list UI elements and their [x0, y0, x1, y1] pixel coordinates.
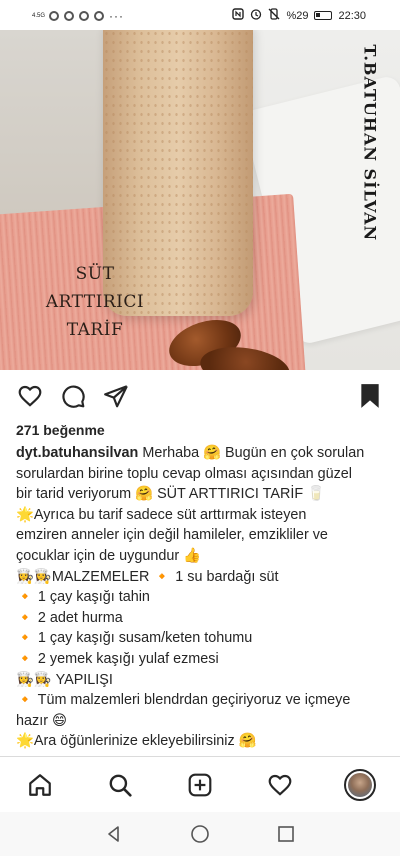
chrome-notification-icon	[49, 11, 59, 21]
caption-line: 👩‍🍳👩‍🍳 YAPILIŞI	[16, 671, 113, 688]
profile-avatar[interactable]	[344, 769, 376, 801]
caption-text: Merhaba 🤗 Bugün en çok sorulan	[142, 445, 365, 461]
chrome-notification-icon	[94, 11, 104, 21]
chrome-notification-icon	[64, 11, 74, 21]
image-overlay-title: SÜT ARTTIRICI TARİF	[40, 260, 150, 344]
caption-line: emziren anneler için değil hamileler, em…	[16, 527, 328, 544]
post-username[interactable]: dyt.batuhansilvan	[16, 445, 138, 461]
activity-icon[interactable]	[264, 769, 296, 801]
chrome-notification-icon	[79, 11, 89, 21]
caption-line: 🔸 2 adet hurma	[16, 609, 123, 626]
caption-line: bir tarid veriyorum 🤗 SÜT ARTTIRICI TARİ…	[16, 486, 326, 503]
caption-line: 🔸 1 çay kaşığı susam/keten tohumu	[16, 630, 253, 647]
status-bar: 4.5G ··· %29 22:30	[0, 0, 400, 30]
battery-percent: %29	[286, 9, 309, 22]
status-time: 22:30	[338, 9, 366, 22]
avatar-image	[348, 773, 372, 797]
home-circle-icon[interactable]	[188, 822, 212, 846]
overlay-title-line: SÜT	[75, 264, 115, 284]
status-left: 4.5G ···	[32, 9, 124, 23]
caption-line: dyt.batuhansilvan Merhaba 🤗 Bugün en çok…	[16, 443, 386, 464]
home-icon[interactable]	[24, 769, 56, 801]
caption-line: 🔸 Tüm malzemleri blendrdan geçiriyoruz v…	[16, 692, 351, 709]
back-icon[interactable]	[102, 822, 126, 846]
battery-icon	[314, 11, 333, 20]
overlay-title-line: ARTTIRICI	[45, 292, 145, 312]
caption-line: sorulardan birine toplu cevap olması açı…	[16, 465, 352, 482]
post-caption: dyt.batuhansilvan Merhaba 🤗 Bugün en çok…	[16, 443, 386, 752]
more-notifications-icon: ···	[109, 9, 124, 23]
image-watermark: T.BATUHAN SİLVAN	[360, 44, 380, 242]
like-icon[interactable]	[16, 382, 44, 410]
caption-line: hazır 😄	[16, 712, 67, 729]
avatar	[344, 769, 376, 801]
caption-line: çocuklar için de uygundur 👍	[16, 547, 202, 564]
post-image[interactable]: SÜT ARTTIRICI TARİF T.BATUHAN SİLVAN	[0, 30, 400, 370]
caption-line: 🌟Ara öğünlerinize ekleyebilirsiniz 🤗	[16, 733, 257, 750]
caption-line: 🌟Ayrıca bu tarif sadece süt arttırmak is…	[16, 506, 307, 523]
system-navigation	[0, 812, 400, 856]
overlay-title-line: TARİF	[66, 320, 124, 340]
save-icon[interactable]	[356, 382, 384, 410]
likes-count[interactable]: 271 beğenme	[16, 422, 105, 438]
status-right: %29 22:30	[232, 8, 366, 23]
alarm-icon	[250, 8, 262, 23]
network-indicator: 4.5G	[32, 13, 46, 19]
caption-line: 🔸 1 çay kaşığı tahin	[16, 589, 150, 606]
new-post-icon[interactable]	[184, 769, 216, 801]
caption-line: 👩‍🍳👩‍🍳MALZEMELER 🔸 1 su bardağı süt	[16, 568, 279, 585]
search-icon[interactable]	[104, 769, 136, 801]
caption-line: 🔸 2 yemek kaşığı yulaf ezmesi	[16, 650, 219, 667]
bottom-navigation	[0, 756, 400, 812]
nfc-icon	[232, 8, 245, 23]
mute-icon	[268, 8, 280, 23]
recents-icon[interactable]	[274, 822, 298, 846]
post-action-bar	[0, 378, 400, 414]
share-icon[interactable]	[102, 382, 130, 410]
comment-icon[interactable]	[59, 382, 87, 410]
